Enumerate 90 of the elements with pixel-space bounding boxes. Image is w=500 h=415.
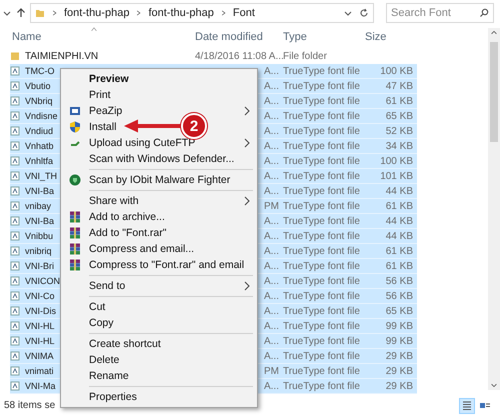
date-cell-text: A... bbox=[262, 336, 280, 346]
type-cell-text: TrueType font file bbox=[282, 366, 361, 376]
size-cell-text: 29 KB bbox=[384, 380, 414, 392]
type-cell-text: TrueType font file bbox=[282, 306, 361, 316]
size-cell-text: 34 KB bbox=[384, 140, 414, 152]
date-cell-text: A... bbox=[262, 156, 280, 166]
size-cell-text: 61 KB bbox=[384, 96, 414, 106]
date-cell-text: PM bbox=[263, 366, 280, 376]
date-cell-text: A... bbox=[262, 170, 280, 182]
type-cell-text: TrueType font file bbox=[282, 156, 361, 166]
file-name: VNI-HL bbox=[24, 336, 55, 346]
type-cell-text: TrueType font file bbox=[282, 230, 361, 242]
file-name: vnibay bbox=[24, 201, 52, 211]
file-name: VNICON bbox=[24, 276, 60, 286]
date-cell-text: A... bbox=[262, 276, 280, 286]
file-name: Vnhatb bbox=[24, 141, 54, 151]
file-name: vnimati bbox=[24, 366, 54, 376]
size-cell-text: 47 KB bbox=[384, 80, 414, 92]
type-cell-text: TrueType font file bbox=[282, 216, 361, 226]
type-cell-text: TrueType font file bbox=[282, 200, 361, 212]
file-name: Vndisne bbox=[24, 111, 58, 121]
date-cell-text: A... bbox=[262, 110, 280, 122]
size-cell-text: 65 KB bbox=[384, 110, 414, 122]
size-cell-text: 52 KB bbox=[384, 126, 414, 136]
date-cell-text: A... bbox=[262, 246, 280, 256]
date-cell-text: PM bbox=[263, 200, 280, 212]
date-cell-text: A... bbox=[262, 290, 280, 302]
size-cell-text: 65 KB bbox=[384, 306, 414, 316]
size-cell-text: 99 KB bbox=[384, 320, 414, 332]
type-cell-text: TrueType font file bbox=[282, 80, 361, 92]
size-cell-text: 61 KB bbox=[384, 260, 414, 272]
type-cell-text: TrueType font file bbox=[282, 320, 361, 332]
file-name: Vnhltfa bbox=[24, 156, 54, 166]
file-name: VNI-Co bbox=[24, 291, 55, 301]
file-name: Vnibbu bbox=[24, 231, 54, 241]
date-cell-text: A... bbox=[262, 186, 280, 196]
size-cell-text: 44 KB bbox=[384, 186, 414, 196]
file-name: VNI-Dis bbox=[24, 306, 56, 316]
date-cell-text: A... bbox=[262, 80, 280, 92]
size-cell-text: 44 KB bbox=[384, 216, 414, 226]
file-name: VNbriq bbox=[24, 96, 53, 106]
type-cell-text: TrueType font file bbox=[282, 96, 361, 106]
size-cell-text: 100 KB bbox=[379, 66, 414, 76]
size-cell-text: 99 KB bbox=[384, 336, 414, 346]
date-cell-text: A... bbox=[262, 306, 280, 316]
date-cell-text: A... bbox=[262, 66, 280, 76]
size-cell-text: 29 KB bbox=[384, 350, 414, 362]
file-name: VNI_TH bbox=[24, 171, 58, 181]
file-name: VNI-Ma bbox=[24, 381, 56, 391]
date-cell-text: A... bbox=[262, 260, 280, 272]
file-name: VNI-HL bbox=[24, 321, 55, 331]
size-cell-text: 56 KB bbox=[384, 290, 414, 302]
size-cell-text: 101 KB bbox=[379, 170, 414, 182]
size-cell-text: 100 KB bbox=[379, 156, 414, 166]
type-cell-text: TrueType font file bbox=[282, 260, 361, 272]
date-cell-text: A... bbox=[262, 230, 280, 242]
size-cell-text: 61 KB bbox=[384, 200, 414, 212]
date-cell-text: A... bbox=[262, 380, 280, 392]
file-name: VNI-Bri bbox=[24, 261, 54, 271]
file-name: vnibriq bbox=[24, 246, 52, 256]
file-name: VNIMA bbox=[24, 351, 54, 361]
type-cell-text: TrueType font file bbox=[282, 66, 361, 76]
date-cell-text: A... bbox=[262, 320, 280, 332]
type-cell-text: TrueType font file bbox=[282, 276, 361, 286]
status-text: 58 items se bbox=[4, 400, 56, 411]
type-cell-text: TrueType font file bbox=[282, 186, 361, 196]
type-cell-text: TrueType font file bbox=[282, 336, 361, 346]
size-cell-text: 29 KB bbox=[384, 366, 414, 376]
type-cell-text: TrueType font file bbox=[282, 290, 361, 302]
type-cell-text: TrueType font file bbox=[282, 140, 361, 152]
file-name: TMC-O bbox=[24, 66, 54, 76]
type-cell-text: TrueType font file bbox=[282, 246, 361, 256]
size-cell-text: 56 KB bbox=[384, 276, 414, 286]
type-cell-text: TrueType font file bbox=[282, 126, 361, 136]
file-name: VNI-Ba bbox=[24, 216, 54, 226]
type-cell-text: TrueType font file bbox=[282, 110, 361, 122]
type-cell-text: TrueType font file bbox=[282, 170, 361, 182]
type-cell-text: TrueType font file bbox=[282, 350, 361, 362]
type-cell-text: TrueType font file bbox=[282, 380, 361, 392]
file-name: VNI-Ba bbox=[24, 186, 54, 196]
file-name: Vbutio bbox=[24, 81, 51, 91]
date-cell-text: A... bbox=[262, 350, 280, 362]
date-cell-text: A... bbox=[262, 126, 280, 136]
date-cell-text: A... bbox=[262, 216, 280, 226]
size-cell-text: 61 KB bbox=[384, 246, 414, 256]
date-cell-text: A... bbox=[262, 140, 280, 152]
file-name: TAIMIENPHI.VN bbox=[24, 50, 98, 62]
date-cell-text: A... bbox=[262, 96, 280, 106]
size-cell-text: 44 KB bbox=[384, 230, 414, 242]
file-name: Vndiud bbox=[24, 126, 54, 136]
